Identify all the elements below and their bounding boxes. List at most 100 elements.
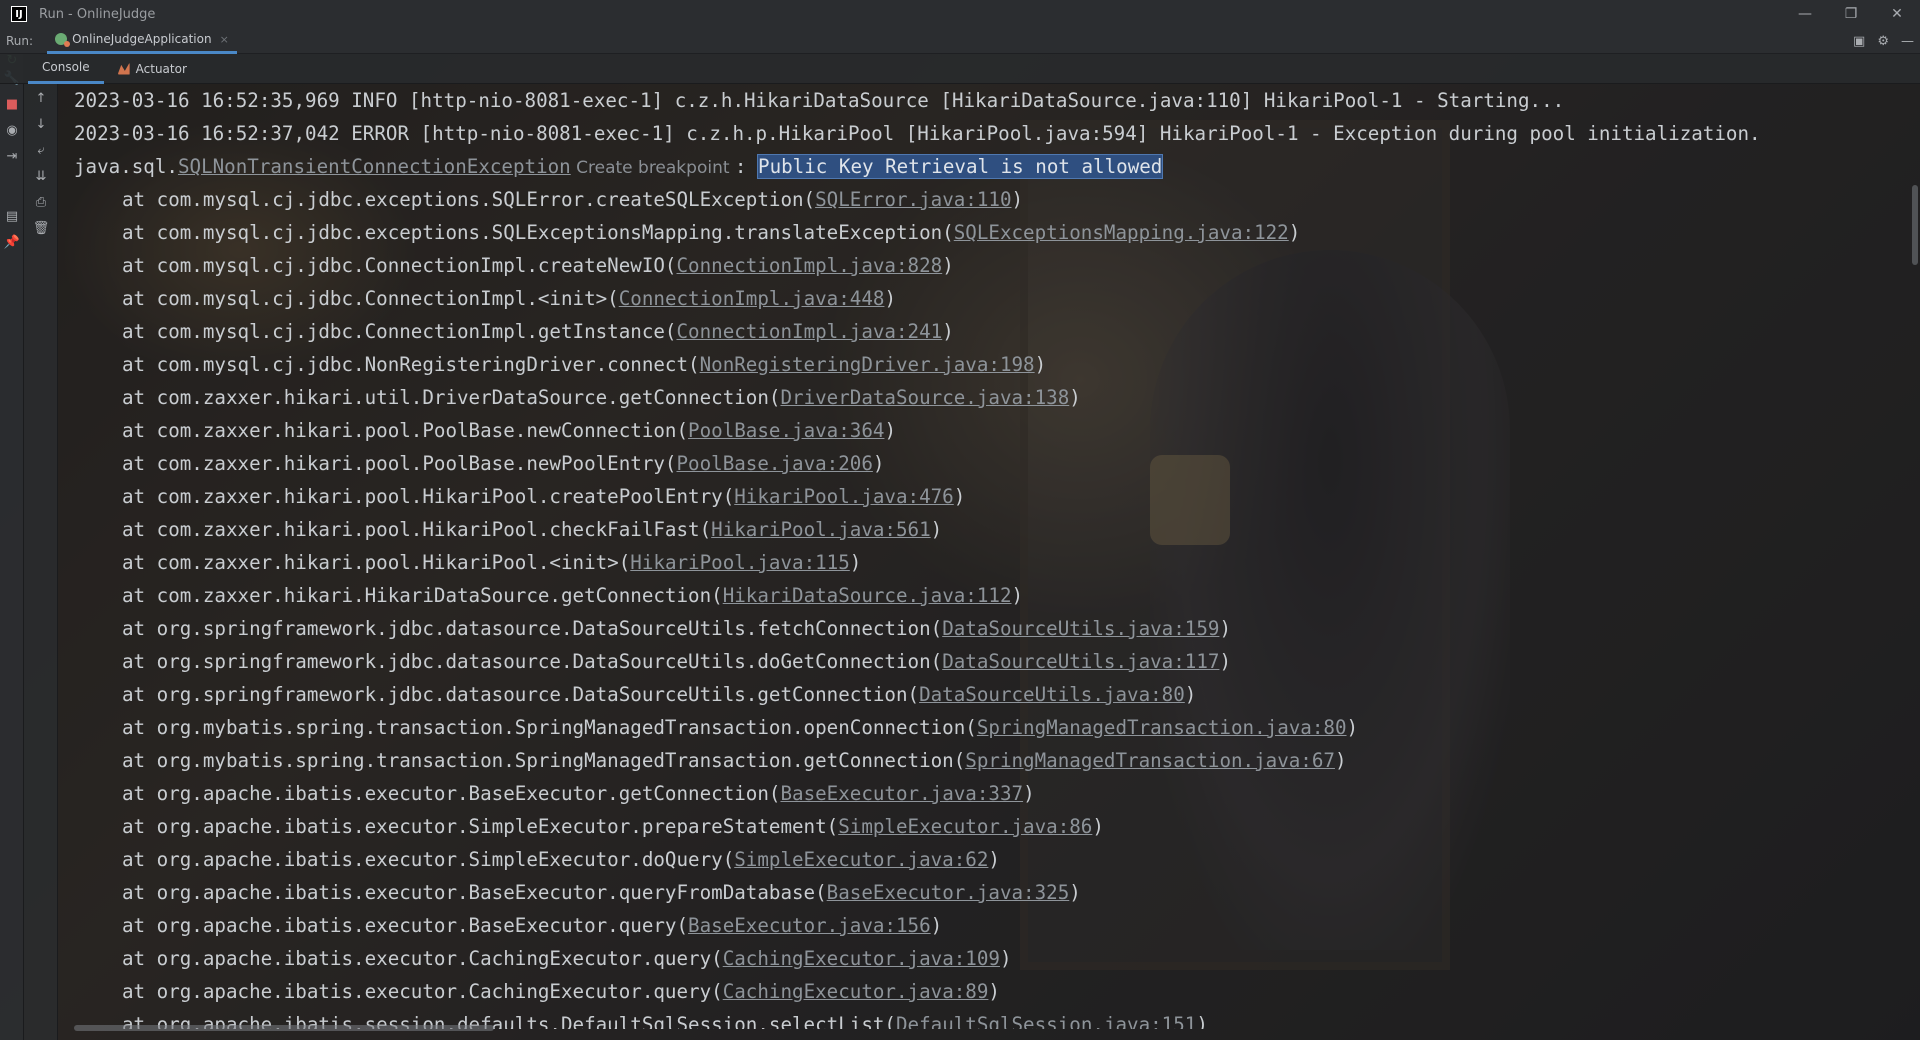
close-paren: ) — [849, 551, 862, 574]
source-link[interactable]: SimpleExecutor.java:62 — [734, 848, 988, 871]
stack-frame-line: at org.apache.ibatis.executor.SimpleExec… — [122, 843, 1000, 876]
close-paren: ) — [1288, 221, 1301, 244]
stack-frame-method: at org.apache.ibatis.executor.CachingExe… — [122, 947, 723, 970]
stack-frame-method: at org.mybatis.spring.transaction.Spring… — [122, 716, 977, 739]
stop-icon[interactable]: ■ — [4, 96, 20, 112]
source-link[interactable]: NonRegisteringDriver.java:198 — [700, 353, 1035, 376]
stack-frame-method: at com.zaxxer.hikari.pool.PoolBase.newPo… — [122, 452, 677, 475]
stack-frame-line: at org.mybatis.spring.transaction.Spring… — [122, 744, 1347, 777]
tab-console[interactable]: Console — [28, 54, 104, 84]
close-paren: ) — [1334, 749, 1347, 772]
source-link[interactable]: HikariDataSource.java:112 — [723, 584, 1012, 607]
camera-icon[interactable]: ◉ — [4, 122, 20, 138]
exit-icon[interactable]: ⇥ — [4, 148, 20, 164]
source-link[interactable]: CachingExecutor.java:109 — [723, 947, 1000, 970]
source-link[interactable]: BaseExecutor.java:325 — [827, 881, 1070, 904]
stack-frame-line: at com.zaxxer.hikari.pool.PoolBase.newCo… — [122, 414, 896, 447]
pin-icon[interactable]: 📌 — [4, 234, 20, 250]
console-output[interactable]: 2023-03-16 16:52:35,969 INFO [http-nio-8… — [58, 84, 1920, 1029]
close-paren: ) — [1219, 650, 1231, 673]
scroll-to-end-icon[interactable]: ⇊ — [33, 168, 49, 184]
stack-frame-method: at com.zaxxer.hikari.pool.PoolBase.newCo… — [122, 419, 689, 442]
stack-frame-method: at com.mysql.cj.jdbc.ConnectionImpl.getI… — [122, 320, 677, 343]
stack-frame-method: at org.apache.ibatis.executor.CachingExe… — [122, 980, 723, 1003]
stack-frame-line: at org.apache.ibatis.executor.CachingExe… — [122, 942, 1012, 975]
source-link[interactable]: BaseExecutor.java:337 — [780, 782, 1023, 805]
print-icon[interactable]: ⎙ — [33, 194, 49, 210]
close-paren: ) — [1092, 815, 1104, 838]
exception-separator: : — [734, 155, 759, 178]
scroll-up-icon[interactable]: ↑ — [33, 90, 49, 106]
stack-frame-method: at com.mysql.cj.jdbc.ConnectionImpl.crea… — [122, 254, 677, 277]
tab-actuator-label: Actuator — [135, 61, 187, 76]
close-paren: ) — [1011, 188, 1024, 211]
close-paren: ) — [1034, 353, 1047, 376]
tab-actuator[interactable]: Actuator — [104, 54, 201, 84]
layout-icon[interactable]: ▤ — [4, 208, 20, 224]
source-link[interactable]: ConnectionImpl.java:828 — [677, 254, 943, 277]
source-link[interactable]: CachingExecutor.java:89 — [723, 980, 989, 1003]
source-link[interactable]: DataSourceUtils.java:80 — [919, 683, 1185, 706]
stack-frame-line: at org.springframework.jdbc.datasource.D… — [122, 645, 1231, 678]
scroll-down-icon[interactable]: ↓ — [33, 116, 49, 132]
stack-frame-line: at com.mysql.cj.jdbc.NonRegisteringDrive… — [122, 348, 1046, 381]
source-link[interactable]: SQLError.java:110 — [815, 188, 1011, 211]
source-link[interactable]: DataSourceUtils.java:159 — [942, 617, 1219, 640]
source-link[interactable]: SQLExceptionsMapping.java:122 — [954, 221, 1289, 244]
exception-line: java.sql.SQLNonTransientConnectionExcept… — [74, 150, 1164, 183]
vertical-scrollbar[interactable] — [1912, 185, 1918, 265]
source-link[interactable]: ConnectionImpl.java:241 — [677, 320, 943, 343]
source-link[interactable]: SpringManagedTransaction.java:80 — [977, 716, 1347, 739]
layout-icon[interactable]: ▣ — [1853, 34, 1865, 49]
close-paren: ) — [1219, 617, 1231, 640]
stack-frame-method: at org.mybatis.spring.transaction.Spring… — [122, 749, 966, 772]
close-paren: ) — [884, 287, 896, 310]
log-line: 2023-03-16 16:52:35,969 INFO [http-nio-8… — [74, 89, 1565, 112]
minimize-button[interactable]: — — [1782, 0, 1828, 28]
restore-button[interactable]: ❐ — [1828, 0, 1874, 28]
source-link[interactable]: DataSourceUtils.java:117 — [942, 650, 1219, 673]
close-paren: ) — [884, 419, 896, 442]
exception-class-link[interactable]: SQLNonTransientConnectionException — [178, 155, 571, 178]
stack-frame-method: at org.springframework.jdbc.datasource.D… — [122, 617, 943, 640]
source-link[interactable]: DriverDataSource.java:138 — [780, 386, 1069, 409]
stack-frame-method: at com.mysql.cj.jdbc.exceptions.SQLError… — [122, 188, 816, 211]
run-tool-bar: Run: OnlineJudgeApplication × ▣ ⚙ — — [0, 28, 1920, 54]
gear-icon[interactable]: ⚙ — [1877, 34, 1889, 49]
stack-frame-line: at com.zaxxer.hikari.pool.HikariPool.cre… — [122, 480, 965, 513]
source-link[interactable]: ConnectionImpl.java:448 — [619, 287, 885, 310]
stack-frame-method: at org.apache.ibatis.executor.SimpleExec… — [122, 848, 735, 871]
stack-frame-line: at org.apache.ibatis.executor.SimpleExec… — [122, 810, 1104, 843]
source-link[interactable]: HikariPool.java:476 — [734, 485, 954, 508]
clear-all-icon[interactable]: 🗑 — [33, 220, 50, 236]
close-tab-icon[interactable]: × — [220, 33, 229, 46]
source-link[interactable]: HikariPool.java:115 — [630, 551, 850, 574]
source-link[interactable]: PoolBase.java:206 — [677, 452, 873, 475]
stack-frame-line: at org.springframework.jdbc.datasource.D… — [122, 678, 1196, 711]
window-controls: — ❐ ✕ — [1782, 0, 1920, 28]
stack-frame-line: at org.apache.ibatis.executor.BaseExecut… — [122, 909, 942, 942]
source-link[interactable]: BaseExecutor.java:156 — [688, 914, 931, 937]
log-line: 2023-03-16 16:52:37,042 ERROR [http-nio-… — [74, 122, 1761, 145]
spring-boot-icon — [55, 33, 71, 47]
intellij-logo-icon: IJ — [11, 6, 27, 22]
hide-icon[interactable]: — — [1901, 34, 1914, 49]
source-link[interactable]: DefaultSqlSession.java:151 — [896, 1013, 1196, 1029]
soft-wrap-icon[interactable]: ⤶ — [33, 142, 49, 158]
horizontal-scrollbar[interactable] — [74, 1025, 494, 1031]
run-toolbar-primary: ↻ 🔧 ■ ◉ ⇥ ▤ 📌 — [0, 53, 24, 1040]
source-link[interactable]: SpringManagedTransaction.java:67 — [965, 749, 1335, 772]
close-window-button[interactable]: ✕ — [1874, 0, 1920, 28]
close-paren: ) — [1023, 782, 1035, 805]
stack-frame-line: at org.apache.ibatis.executor.BaseExecut… — [122, 876, 1081, 909]
close-paren: ) — [930, 518, 943, 541]
run-bar-actions: ▣ ⚙ — — [1853, 28, 1914, 54]
source-link[interactable]: HikariPool.java:561 — [711, 518, 931, 541]
source-link[interactable]: PoolBase.java:364 — [688, 419, 884, 442]
run-tab-onlinejudgeapplication[interactable]: OnlineJudgeApplication × — [47, 28, 237, 54]
source-link[interactable]: SimpleExecutor.java:86 — [838, 815, 1092, 838]
actuator-icon — [117, 62, 130, 75]
stack-frame-method: at com.zaxxer.hikari.util.DriverDataSour… — [122, 386, 781, 409]
stack-frame-line: at org.springframework.jdbc.datasource.D… — [122, 612, 1231, 645]
create-breakpoint-hint[interactable]: Create breakpoint — [571, 158, 735, 178]
